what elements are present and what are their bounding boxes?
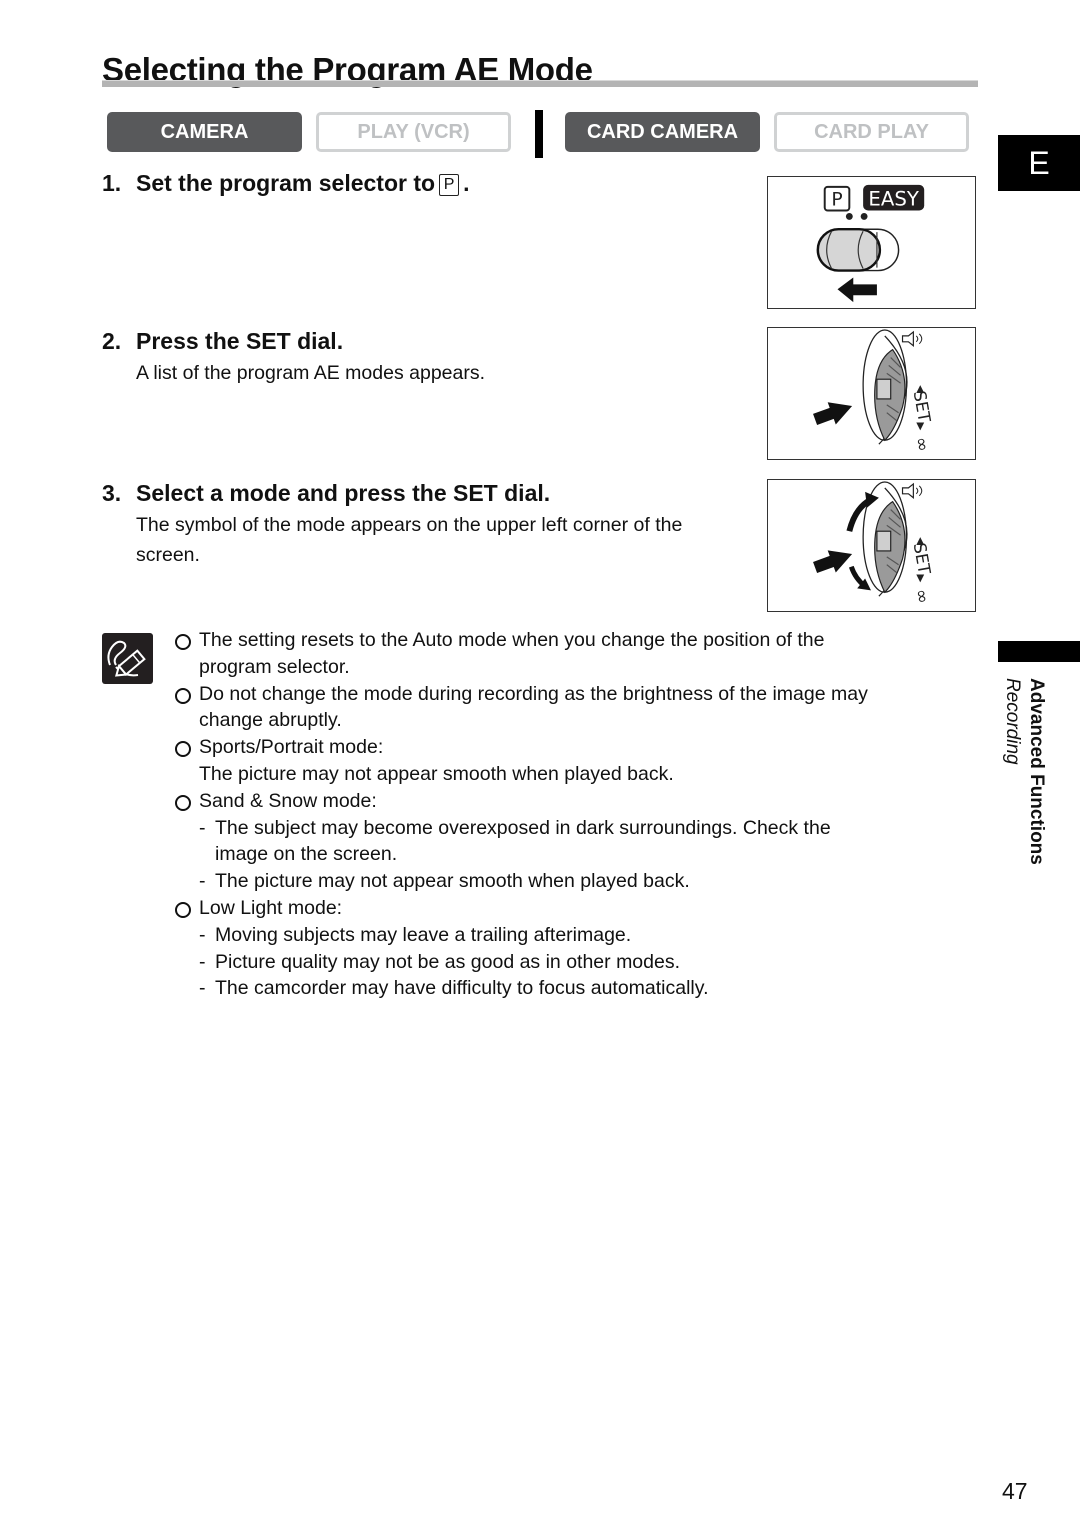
circle-bullet-icon	[175, 741, 191, 758]
step-number: 2.	[102, 328, 122, 354]
speaker-icon	[901, 330, 914, 347]
note-line: Moving subjects may leave a trailing aft…	[215, 923, 632, 946]
infinity-label: ∞	[910, 587, 932, 605]
mode-tab-label: CARD PLAY	[814, 120, 929, 143]
left-arrow-icon	[837, 277, 877, 303]
note-line: change abruptly.	[199, 709, 342, 732]
step-3-heading: 3. Select a mode and press the SET dial.	[102, 480, 550, 507]
note-line: The subject may become overexposed in da…	[215, 816, 831, 839]
note-subitem: - The subject may become overexposed in …	[174, 815, 974, 869]
mode-tab-card-camera: CARD CAMERA	[565, 112, 760, 152]
note-line: Do not change the mode during recording …	[199, 682, 868, 705]
step-title: Set the program selector to	[136, 170, 436, 196]
program-p-icon: P	[439, 174, 460, 196]
step-title-suffix: .	[463, 170, 470, 196]
dial-button	[876, 378, 892, 400]
set-dial-turn-drawing: SET ∞	[813, 481, 935, 605]
page-number: 47	[1002, 1478, 1028, 1504]
mode-tab-label: CARD CAMERA	[586, 120, 739, 143]
p-mode-label: P	[831, 190, 842, 211]
dash-bullet: -	[199, 870, 206, 893]
note-line: Sports/Portrait mode:	[199, 736, 384, 759]
step-3-body: The symbol of the mode appears on the up…	[136, 510, 766, 570]
language-tab: E	[998, 135, 1080, 191]
dash-bullet: -	[199, 923, 206, 946]
set-dial-drawing: SET ∞	[813, 329, 935, 453]
program-selector-illustration: P EASY	[767, 176, 976, 309]
circle-bullet-icon	[175, 687, 191, 704]
step-3-body-line: The symbol of the mode appears on the up…	[136, 514, 683, 536]
note-item: Do not change the mode during recording …	[174, 681, 974, 735]
note-line: Sand & Snow mode:	[199, 789, 377, 812]
down-triangle-icon	[916, 422, 925, 431]
note-line: program selector.	[199, 655, 350, 678]
note-subitem: - Picture quality may not be as good as …	[174, 949, 974, 976]
step-number: 1.	[102, 170, 122, 196]
note-subitem: - The camcorder may have difficulty to f…	[174, 975, 974, 1002]
subsection-name: Recording	[1002, 678, 1023, 765]
press-arrow-icon	[813, 550, 853, 574]
circle-bullet-icon	[175, 901, 191, 918]
circle-bullet-icon	[175, 794, 191, 811]
note-item: Sand & Snow mode:	[174, 788, 974, 815]
program-selector-drawing: P EASY	[816, 184, 925, 303]
set-dial-press-illustration: SET ∞	[767, 327, 976, 460]
step-title: Press the SET dial.	[136, 328, 344, 354]
mode-tab-camera: CAMERA	[107, 112, 302, 152]
step-2-heading: 2. Press the SET dial.	[102, 328, 343, 355]
mode-tab-label: CAMERA	[160, 120, 249, 143]
language-tab-label: E	[1028, 144, 1050, 181]
mode-tab-card-play: CARD PLAY	[774, 112, 969, 152]
step-1-heading: 1. Set the program selector to P.	[102, 170, 469, 197]
mode-tab-play-vcr: PLAY (VCR)	[316, 112, 511, 152]
notes-list: The setting resets to the Auto mode when…	[174, 627, 974, 1002]
pencil-note-icon	[102, 633, 153, 684]
tab-divider	[535, 110, 543, 158]
note-line: Low Light mode:	[199, 896, 343, 919]
dash-bullet: -	[199, 816, 206, 839]
dial-button	[876, 530, 892, 552]
note-line: The picture may not appear smooth when p…	[199, 762, 674, 785]
step-2-body: A list of the program AE modes appears.	[136, 362, 486, 384]
press-arrow-icon	[813, 402, 853, 425]
circle-bullet-icon	[175, 634, 191, 650]
section-index-bar	[998, 641, 1080, 662]
section-index-label: Advanced Functions Recording	[1001, 678, 1051, 888]
note-item: Low Light mode:	[174, 895, 974, 922]
note-item: The setting resets to the Auto mode when…	[174, 627, 974, 681]
set-label: SET	[910, 389, 935, 424]
note-line: Picture quality may not be as good as in…	[215, 950, 681, 973]
set-dial-select-illustration: SET ∞	[767, 479, 976, 612]
dash-bullet: -	[199, 950, 206, 973]
down-triangle-icon	[916, 574, 925, 583]
step-number: 3.	[102, 480, 122, 506]
dash-bullet: -	[199, 977, 206, 1000]
indicator-dot	[845, 212, 853, 220]
speaker-icon	[901, 482, 914, 499]
note-line: image on the screen.	[215, 843, 398, 866]
step-title: Select a mode and press the SET dial.	[136, 480, 551, 506]
note-subitem: - The picture may not appear smooth when…	[174, 868, 974, 895]
note-line: The camcorder may have difficulty to foc…	[215, 977, 709, 1000]
note-line: The picture may not appear smooth when p…	[215, 870, 690, 893]
note-subitem: - Moving subjects may leave a trailing a…	[174, 922, 974, 949]
section-name: Advanced Functions	[1026, 678, 1047, 865]
note-line: The setting resets to the Auto mode when…	[199, 629, 825, 651]
note-item: Sports/Portrait mode: The picture may no…	[174, 734, 974, 788]
step-3-body-line: screen.	[136, 544, 200, 566]
easy-mode-label: EASY	[868, 188, 919, 211]
mode-tab-label: PLAY (VCR)	[357, 120, 470, 143]
title-underline	[102, 80, 978, 87]
set-label: SET	[910, 541, 935, 576]
indicator-dot	[860, 212, 868, 220]
infinity-label: ∞	[910, 435, 932, 453]
